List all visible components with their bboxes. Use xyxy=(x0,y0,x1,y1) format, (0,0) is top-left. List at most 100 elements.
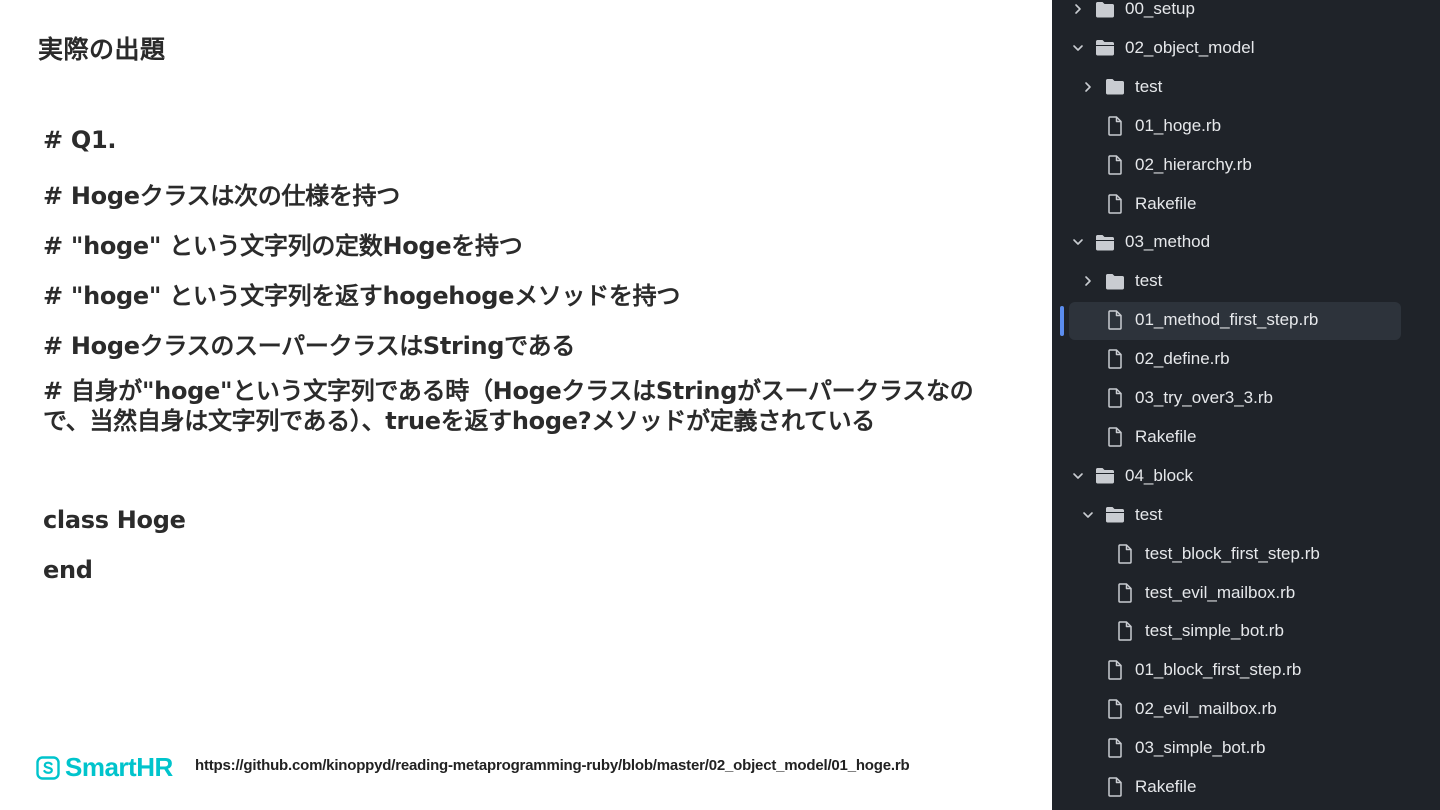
file-icon xyxy=(1104,427,1126,447)
tree-file-02-define-rb[interactable]: 02_define.rb xyxy=(1082,340,1230,378)
tree-item-label: 01_method_first_step.rb xyxy=(1135,310,1319,330)
tree-folder-02-object-model[interactable]: 02_object_model xyxy=(1072,29,1254,67)
file-icon xyxy=(1114,543,1136,564)
code-comment-line: # "hoge" という文字列を返すhogehogeメソッドを持つ xyxy=(43,282,681,310)
tree-item-label: 04_block xyxy=(1125,465,1194,485)
tree-item-label: test xyxy=(1135,271,1163,291)
tree-item-label: 03_method xyxy=(1125,232,1211,252)
chevron-down-icon[interactable] xyxy=(1072,470,1084,482)
chevron-right-icon[interactable] xyxy=(1082,81,1094,93)
tree-folder-00-setup[interactable]: 00_setup xyxy=(1072,0,1195,28)
folder-open-icon xyxy=(1094,466,1116,486)
tree-item-label: 02_define.rb xyxy=(1135,349,1230,369)
file-tree: 00_setup 02_object_modeltest 01_hoge.rb 02_… xyxy=(1052,0,1440,810)
folder-open-icon xyxy=(1094,232,1116,252)
folder-icon xyxy=(1104,271,1126,291)
chevron-right-icon[interactable] xyxy=(1082,275,1094,287)
file-icon xyxy=(1104,154,1126,175)
tree-item-label: Rakefile xyxy=(1135,193,1197,213)
tree-folder-04-block[interactable]: 04_block xyxy=(1072,457,1193,495)
tree-file-02-evil-mailbox-rb[interactable]: 02_evil_mailbox.rb xyxy=(1082,690,1277,728)
tree-item-label: test_block_first_step.rb xyxy=(1145,543,1320,563)
tree-item-label: 03_simple_bot.rb xyxy=(1135,738,1266,758)
chevron-right-icon[interactable] xyxy=(1072,3,1084,15)
tree-file-01-method-first-step-rb[interactable]: 01_method_first_step.rb xyxy=(1082,301,1318,339)
tree-file-rakefile[interactable]: Rakefile xyxy=(1082,768,1196,806)
code-comment-line: # Q1. xyxy=(43,126,117,154)
tree-item-label: 02_evil_mailbox.rb xyxy=(1135,699,1277,719)
slide-panel: 実際の出題 # Q1. # Hogeクラスは次の仕様を持つ # "hoge" と… xyxy=(0,0,1052,810)
file-icon xyxy=(1114,582,1136,603)
source-url[interactable]: https://github.com/kinoppyd/reading-meta… xyxy=(195,757,910,774)
tree-file-test-block-first-step-rb[interactable]: test_block_first_step.rb xyxy=(1092,535,1320,573)
tree-file-02-hierarchy-rb[interactable]: 02_hierarchy.rb xyxy=(1082,146,1252,184)
code-comment-line: # "hoge" という文字列の定数Hogeを持つ xyxy=(43,232,523,260)
tree-item-label: test_simple_bot.rb xyxy=(1145,621,1284,641)
tree-item-label: 00_setup xyxy=(1125,0,1195,18)
slide-title: 実際の出題 xyxy=(38,35,166,64)
file-icon xyxy=(1104,115,1126,136)
file-icon xyxy=(1104,193,1126,214)
code-end-line: end xyxy=(43,556,93,584)
tree-file-test-simple-bot-rb[interactable]: test_simple_bot.rb xyxy=(1092,612,1284,650)
tree-item-label: test xyxy=(1135,504,1163,524)
tree-item-label: test_evil_mailbox.rb xyxy=(1145,582,1296,602)
tree-file-03-simple-bot-rb[interactable]: 03_simple_bot.rb xyxy=(1082,729,1265,767)
file-icon xyxy=(1104,777,1126,797)
tree-folder-test[interactable]: test xyxy=(1082,496,1162,534)
code-comment-line: # 自身が"hoge"という文字列である時（HogeクラスはStringがスーパ… xyxy=(43,377,974,435)
smarthr-logo: SmartHR xyxy=(36,752,173,783)
code-comment-line: # Hogeクラスは次の仕様を持つ xyxy=(43,182,400,210)
folder-open-icon xyxy=(1094,38,1116,58)
chevron-down-icon[interactable] xyxy=(1072,42,1084,54)
tree-item-label: 01_block_first_step.rb xyxy=(1135,660,1302,680)
tree-file-03-try-over3-3-rb[interactable]: 03_try_over3_3.rb xyxy=(1082,379,1273,417)
folder-icon xyxy=(1104,77,1126,97)
smarthr-logo-icon xyxy=(36,755,60,780)
tree-folder-test[interactable]: test xyxy=(1082,262,1162,300)
tree-item-label: 01_hoge.rb xyxy=(1135,115,1222,135)
tree-item-label: Rakefile xyxy=(1135,426,1197,446)
file-icon xyxy=(1114,621,1136,642)
active-indicator xyxy=(1060,306,1064,336)
file-icon xyxy=(1104,699,1126,719)
file-icon xyxy=(1104,310,1126,330)
tree-item-label: Rakefile xyxy=(1135,777,1197,796)
code-comment-line: # HogeクラスのスーパークラスはStringである xyxy=(43,332,576,360)
tree-item-label: 02_hierarchy.rb xyxy=(1135,154,1252,174)
file-icon xyxy=(1104,388,1126,408)
code-class-line: class Hoge xyxy=(43,506,186,534)
chevron-down-icon[interactable] xyxy=(1082,509,1094,521)
tree-file-01-block-first-step-rb[interactable]: 01_block_first_step.rb xyxy=(1082,651,1301,689)
tree-folder-test[interactable]: test xyxy=(1082,68,1162,106)
chevron-down-icon[interactable] xyxy=(1072,236,1084,248)
folder-open-icon xyxy=(1104,505,1126,525)
smarthr-logo-text: SmartHR xyxy=(65,752,173,782)
tree-item-label: test xyxy=(1135,76,1163,96)
tree-file-01-hoge-rb[interactable]: 01_hoge.rb xyxy=(1082,107,1221,145)
folder-icon xyxy=(1094,0,1116,19)
tree-item-label: 03_try_over3_3.rb xyxy=(1135,388,1273,407)
tree-file-rakefile[interactable]: Rakefile xyxy=(1082,418,1196,456)
tree-file-test-evil-mailbox-rb[interactable]: test_evil_mailbox.rb xyxy=(1092,574,1295,612)
file-icon xyxy=(1104,738,1126,758)
file-icon xyxy=(1104,349,1126,369)
tree-folder-03-method[interactable]: 03_method xyxy=(1072,223,1210,261)
tree-file-rakefile[interactable]: Rakefile xyxy=(1082,185,1196,223)
tree-item-label: 02_object_model xyxy=(1125,37,1255,57)
file-icon xyxy=(1104,660,1126,681)
